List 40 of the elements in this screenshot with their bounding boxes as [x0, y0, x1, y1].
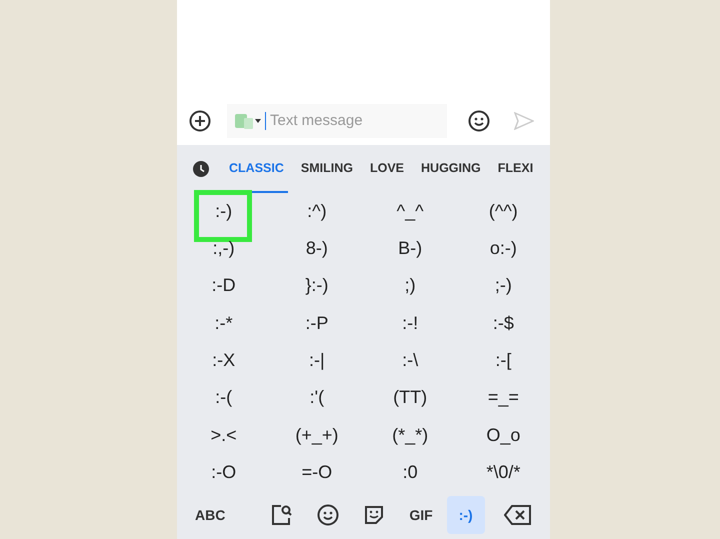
emoticon-key[interactable]: :-X — [212, 346, 236, 374]
emoticon-key[interactable]: :,-) — [212, 235, 235, 262]
keyboard-mode-button[interactable]: GIF — [399, 500, 443, 530]
emoticon-key[interactable]: :-\ — [402, 346, 418, 374]
emoticon-key[interactable]: :0 — [402, 458, 418, 486]
category-tab[interactable]: FLEXI — [494, 144, 538, 193]
category-tab[interactable]: LOVE — [366, 144, 408, 193]
emoticon-key[interactable]: (^^) — [488, 198, 518, 225]
emoticon-key[interactable]: :-$ — [492, 310, 514, 337]
keyboard-mode-button[interactable]: ABC — [185, 500, 236, 530]
emoticon-key[interactable]: :-* — [214, 310, 233, 337]
emoticon-key[interactable]: >.< — [210, 422, 237, 449]
emoticon-key[interactable]: :-( — [215, 384, 232, 412]
emoticon-key[interactable]: :-D — [212, 272, 236, 300]
emoticon-key[interactable]: (+_+) — [295, 422, 338, 449]
emoticon-key[interactable]: o:-) — [490, 235, 517, 262]
emoticon-key[interactable]: ;-) — [494, 272, 512, 300]
emoticon-key[interactable]: :-| — [309, 346, 325, 374]
emoticon-key[interactable]: B-) — [398, 235, 422, 262]
emoticon-key[interactable]: :-P — [305, 310, 328, 337]
emoticon-key[interactable]: =_= — [488, 384, 519, 412]
emoticon-key[interactable]: O_o — [486, 422, 520, 449]
emoticon-key[interactable]: =-O — [302, 458, 332, 486]
emoticon-key[interactable]: *\0/* — [486, 458, 520, 486]
emoticon-key[interactable]: :-O — [211, 458, 236, 486]
category-tab[interactable]: CLASSIC — [225, 144, 288, 193]
category-tab[interactable]: SMILING — [296, 144, 357, 193]
emoticon-key[interactable]: ;) — [404, 272, 416, 300]
emoticon-key[interactable]: (TT) — [393, 384, 428, 412]
emoticon-key[interactable]: :^) — [307, 198, 327, 225]
emoticon-key[interactable]: :-[ — [495, 346, 512, 374]
emoticon-key[interactable]: }:-) — [305, 272, 328, 300]
emoticon-key[interactable]: :-) — [215, 198, 232, 225]
category-tab[interactable]: HUGGING — [417, 144, 485, 193]
placeholder-text: Text message — [270, 110, 363, 131]
emoticon-key[interactable]: 8-) — [306, 235, 328, 262]
emoticon-key[interactable]: (*_*) — [392, 422, 428, 449]
emoticon-key[interactable]: :-! — [402, 310, 418, 337]
emoticon-key[interactable]: :'( — [310, 384, 324, 412]
emoticon-key[interactable]: ^_^ — [396, 198, 424, 225]
